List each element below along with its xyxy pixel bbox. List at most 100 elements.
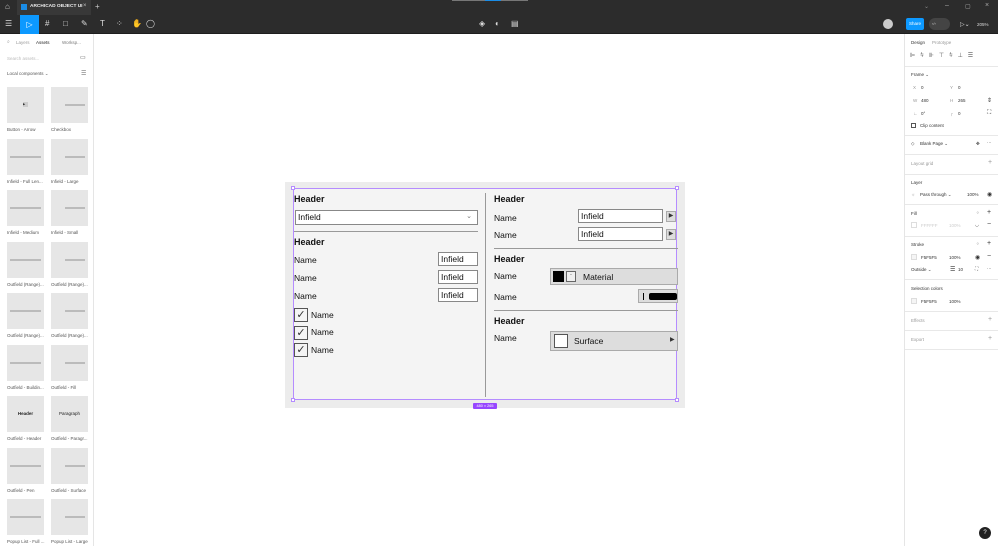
add-fill-button[interactable]: +	[987, 209, 991, 216]
component-thumbnail[interactable]	[7, 138, 44, 175]
rotation-field[interactable]: 0°	[921, 111, 925, 116]
material-picker[interactable]: - Material	[550, 268, 678, 285]
y-field[interactable]: 0	[958, 85, 961, 90]
constrain-proportions-icon[interactable]: ⇕	[987, 97, 992, 104]
library-icon[interactable]: ▭	[80, 54, 86, 61]
stroke-styles-icon[interactable]: ⁘	[976, 241, 980, 247]
new-tab-icon[interactable]: +	[95, 2, 100, 11]
eye-icon[interactable]: ◉	[987, 191, 992, 198]
resize-handle[interactable]	[291, 398, 295, 402]
help-button[interactable]: ?	[979, 527, 991, 539]
add-export-button[interactable]: +	[988, 335, 992, 342]
maximize-icon[interactable]: ▢	[965, 3, 971, 10]
frame-section-label[interactable]: Frame ⌄	[911, 72, 929, 78]
component-thumbnail[interactable]	[7, 447, 44, 484]
material-dropdown-icon[interactable]: -	[566, 271, 576, 282]
remove-fill-button[interactable]: −	[987, 221, 991, 228]
move-tool-button[interactable]: ▷	[20, 15, 39, 34]
infield-input[interactable]: Infield	[578, 227, 663, 241]
checkbox[interactable]: ✓	[294, 326, 308, 340]
shape-tool-icon[interactable]: □	[63, 19, 68, 28]
dev-mode-toggle[interactable]: ‹/›	[929, 18, 950, 30]
pen-picker[interactable]	[638, 289, 678, 303]
close-window-icon[interactable]: ×	[985, 2, 989, 9]
window-menu-icon[interactable]: ⌄	[924, 3, 929, 10]
fill-hex[interactable]: FFFFFF	[921, 223, 938, 228]
component-thumbnail[interactable]	[51, 190, 88, 226]
selection-color-swatch[interactable]	[911, 298, 917, 304]
component-thumbnail[interactable]	[51, 87, 88, 123]
more-options-icon[interactable]: ···	[987, 140, 992, 145]
add-stroke-button[interactable]: +	[987, 240, 991, 247]
avatar[interactable]	[883, 19, 893, 29]
go-to-main-icon[interactable]: ✥	[976, 141, 980, 147]
infield-dropdown[interactable]: Infield ⌄	[295, 210, 478, 225]
tab-design[interactable]: Design	[911, 40, 925, 45]
component-thumbnail[interactable]	[51, 138, 88, 175]
alignment-tools[interactable]: ⊫⫩⊪⊤⫩⊥☰	[910, 52, 978, 60]
fill-swatch[interactable]	[911, 222, 917, 228]
height-field[interactable]: 265	[958, 98, 966, 103]
component-thumbnail[interactable]	[7, 344, 44, 381]
component-thumbnail[interactable]	[7, 499, 44, 535]
tab-prototype[interactable]: Prototype	[932, 40, 951, 45]
component-thumbnail[interactable]	[51, 344, 88, 381]
zoom-level[interactable]: 205%	[977, 22, 989, 27]
stroke-hex[interactable]: F5F5F5	[921, 255, 937, 260]
eye-icon[interactable]: ◉	[975, 254, 980, 261]
stroke-sides-icon[interactable]: ⛶	[975, 266, 978, 271]
tab-layers[interactable]: Layers	[16, 40, 30, 45]
checkbox[interactable]: ✓	[294, 343, 308, 357]
resources-icon[interactable]: ⁘	[116, 19, 123, 28]
minimize-icon[interactable]: –	[945, 2, 949, 9]
comment-tool-icon[interactable]: ◯	[146, 19, 155, 28]
stroke-more-icon[interactable]: ···	[987, 266, 992, 271]
frame-archicad-ui[interactable]: Header Infield ⌄ Header Name Infield Name…	[293, 188, 678, 400]
component-thumbnail[interactable]	[7, 190, 44, 226]
independent-corners-icon[interactable]: ⛶	[987, 110, 991, 117]
width-field[interactable]: 480	[921, 98, 929, 103]
component-thumbnail[interactable]	[7, 293, 44, 329]
main-menu-icon[interactable]: ☰	[5, 19, 12, 28]
list-view-icon[interactable]: ☰	[81, 70, 86, 77]
contrast-icon[interactable]: ◐	[495, 19, 500, 28]
tab-assets[interactable]: Assets	[36, 40, 50, 45]
selection-color-opacity[interactable]: 100%	[949, 299, 961, 304]
page-select[interactable]: Blank Page ⌄	[920, 141, 948, 147]
component-thumbnail[interactable]: Paragraph	[51, 396, 88, 432]
add-effect-button[interactable]: +	[988, 316, 992, 323]
component-thumbnail[interactable]	[51, 241, 88, 278]
infield-input[interactable]: Infield	[578, 209, 663, 223]
fill-opacity[interactable]: 100%	[949, 223, 961, 228]
stroke-swatch[interactable]	[911, 254, 917, 260]
arrow-button[interactable]: ▶	[666, 211, 676, 222]
stroke-width-field[interactable]: 10	[958, 267, 963, 272]
component-thumbnail[interactable]	[7, 241, 44, 278]
resize-handle[interactable]	[675, 186, 679, 190]
surface-picker[interactable]: Surface ▶	[550, 331, 678, 351]
remove-stroke-button[interactable]: −	[987, 253, 991, 260]
search-input[interactable]: Search assets...	[7, 56, 39, 61]
pen-tool-icon[interactable]: ✎	[81, 19, 88, 28]
infield-input[interactable]: Infield	[438, 270, 478, 284]
arrow-button[interactable]: ▶	[666, 229, 676, 240]
radius-field[interactable]: 0	[958, 111, 961, 116]
infield-input[interactable]: Infield	[438, 252, 478, 266]
component-thumbnail[interactable]	[51, 447, 88, 484]
clip-content-checkbox[interactable]	[911, 123, 916, 128]
fill-styles-icon[interactable]: ⁘	[976, 210, 980, 216]
component-thumbnail[interactable]	[51, 499, 88, 535]
resize-handle[interactable]	[675, 398, 679, 402]
file-tab[interactable]: ARCHICAD OBJECT UI ×	[17, 0, 91, 15]
home-icon[interactable]: ⌂	[5, 2, 10, 11]
stroke-position-select[interactable]: Outside ⌄	[911, 267, 932, 273]
add-layout-grid-button[interactable]: +	[988, 159, 992, 166]
layer-opacity[interactable]: 100%	[967, 192, 979, 197]
share-button[interactable]: Share	[906, 18, 924, 30]
component-thumbnail[interactable]: ▶	[7, 87, 44, 123]
component-thumbnail[interactable]	[51, 293, 88, 329]
infield-input[interactable]: Infield	[438, 288, 478, 302]
present-icon[interactable]: ▷⌄	[960, 21, 970, 28]
text-tool-icon[interactable]: T	[100, 19, 105, 28]
hand-tool-icon[interactable]: ✋	[132, 19, 142, 28]
